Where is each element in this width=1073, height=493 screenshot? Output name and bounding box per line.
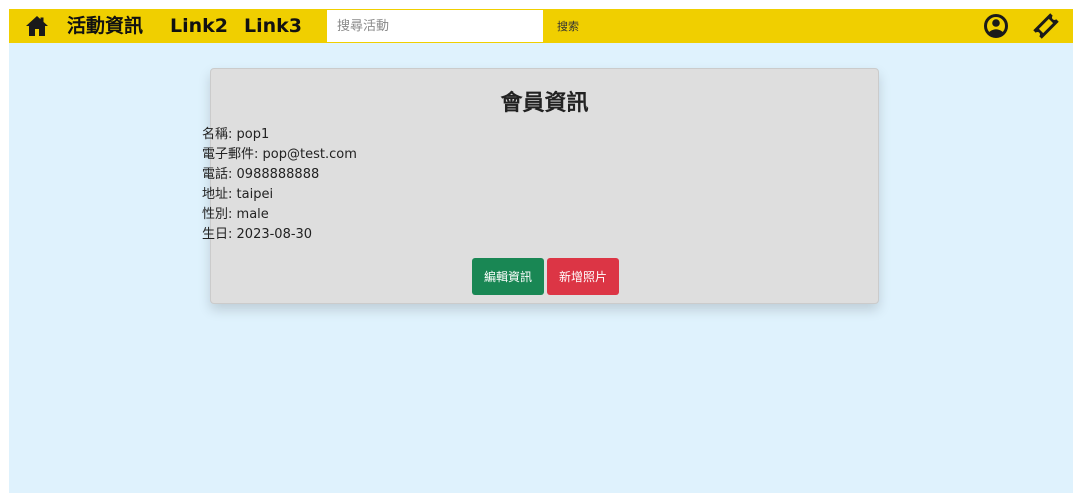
edit-info-button[interactable]: 編輯資訊 xyxy=(472,258,544,295)
info-label: 生日 xyxy=(202,227,229,242)
info-value: 0988888888 xyxy=(236,167,320,182)
nav-link-link3[interactable]: Link3 xyxy=(244,13,302,39)
info-label: 名稱 xyxy=(202,127,229,142)
info-row-email: 電子郵件: pop@test.com xyxy=(202,147,357,162)
home-icon[interactable] xyxy=(25,14,49,38)
info-row-gender: 性別: male xyxy=(202,207,269,222)
nav-link-activities[interactable]: 活動資訊 xyxy=(67,13,143,39)
search-button[interactable]: 搜索 xyxy=(545,10,587,42)
info-row-phone: 電話: 0988888888 xyxy=(202,167,320,182)
info-value: taipei xyxy=(236,187,274,202)
info-value: pop@test.com xyxy=(262,147,357,162)
info-value: 2023-08-30 xyxy=(236,227,313,242)
page-title: 會員資訊 xyxy=(500,91,589,116)
info-label: 電話 xyxy=(202,167,229,182)
search-input[interactable] xyxy=(327,10,543,42)
info-label: 電子郵件 xyxy=(202,147,255,162)
info-row-birthday: 生日: 2023-08-30 xyxy=(202,227,313,242)
user-circle-icon[interactable] xyxy=(983,13,1009,39)
top-navbar: 活動資訊 Link2 Link3 搜索 xyxy=(9,9,1073,43)
info-label: 性別 xyxy=(202,207,229,222)
add-photo-button[interactable]: 新增照片 xyxy=(547,258,619,295)
info-value: male xyxy=(236,207,269,222)
member-info-list: 名稱: pop1 電子郵件: pop@test.com 電話: 09888888… xyxy=(202,125,357,245)
ticket-icon[interactable] xyxy=(1031,11,1061,41)
member-info-card: 會員資訊 名稱: pop1 電子郵件: pop@test.com 電話: 098… xyxy=(202,68,879,304)
info-value: pop1 xyxy=(236,127,270,142)
info-row-name: 名稱: pop1 xyxy=(202,127,270,142)
app-viewport: 活動資訊 Link2 Link3 搜索 會員資訊 名稱: pop1 電子郵件: … xyxy=(9,9,1073,493)
nav-link-link2[interactable]: Link2 xyxy=(170,13,228,39)
info-label: 地址 xyxy=(202,187,229,202)
info-row-address: 地址: taipei xyxy=(202,187,274,202)
